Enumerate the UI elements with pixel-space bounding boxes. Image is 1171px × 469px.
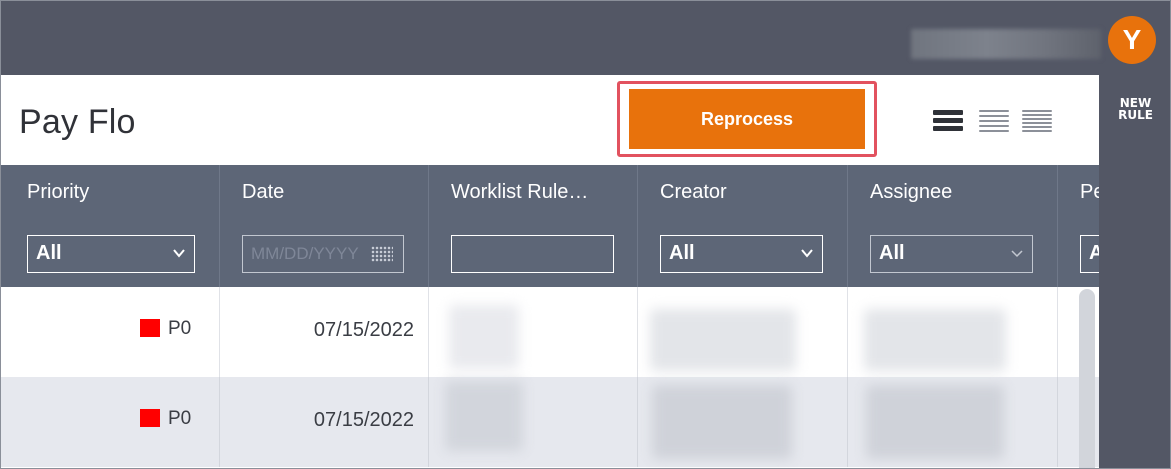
date-placeholder: MM/DD/YYYY — [251, 244, 359, 263]
user-name-redacted — [911, 29, 1101, 59]
user-avatar[interactable]: Y — [1108, 16, 1156, 64]
column-label: Priority — [27, 181, 90, 203]
redacted-content — [650, 309, 796, 371]
date-cell: 07/15/2022 — [220, 287, 429, 377]
density-comfortable-icon[interactable] — [1022, 110, 1052, 134]
priority-value: P0 — [168, 318, 192, 339]
app-frame: Y NEW RULE Pay Flo Reprocess Priority Al… — [0, 0, 1171, 469]
page-title: Pay Flo — [19, 103, 136, 141]
page-header: Pay Flo Reprocess — [1, 75, 1099, 165]
grid-header: Priority All Date MM/DD/YYYY Worklist Ru… — [1, 165, 1099, 287]
worklist-rule-cell — [429, 377, 638, 467]
filter-value: All — [36, 242, 62, 264]
vertical-scrollbar[interactable] — [1079, 289, 1095, 468]
new-rule-button[interactable]: NEW RULE — [1099, 97, 1170, 122]
chevron-down-icon — [173, 249, 185, 258]
new-rule-label-line2: RULE — [1118, 108, 1153, 122]
priority-filter-select[interactable]: All — [27, 235, 195, 273]
column-label: Assignee — [870, 181, 953, 203]
reprocess-button[interactable]: Reprocess — [629, 89, 865, 149]
creator-cell — [638, 287, 848, 377]
date-filter-input[interactable]: MM/DD/YYYY — [242, 235, 404, 273]
priority-cell: P0 — [1, 287, 220, 377]
truncated-filter-select[interactable]: A — [1080, 235, 1099, 273]
density-compact-icon[interactable] — [933, 110, 963, 134]
creator-filter-select[interactable]: All — [660, 235, 823, 273]
date-value: 07/15/2022 — [313, 319, 414, 341]
table-row[interactable]: P0 07/15/2022 — [1, 377, 1099, 467]
calendar-icon[interactable] — [371, 246, 393, 262]
top-bar: Y — [1, 1, 1170, 75]
column-header-assignee[interactable]: Assignee All — [848, 165, 1058, 287]
date-cell: 07/15/2022 — [220, 377, 429, 467]
column-label: Pe — [1080, 181, 1099, 203]
redacted-content — [652, 385, 792, 459]
column-header-creator[interactable]: Creator All — [638, 165, 848, 287]
priority-indicator — [140, 409, 160, 427]
column-header-date[interactable]: Date MM/DD/YYYY — [220, 165, 429, 287]
priority-value: P0 — [168, 408, 192, 429]
redacted-content — [449, 305, 519, 369]
column-label: Date — [242, 181, 285, 203]
density-normal-icon[interactable] — [979, 110, 1009, 134]
column-label: Worklist Rule… — [451, 181, 589, 203]
priority-cell: P0 — [1, 377, 220, 467]
column-label: Creator — [660, 181, 727, 203]
chevron-down-icon — [1011, 250, 1023, 258]
date-value: 07/15/2022 — [313, 409, 414, 431]
column-header-worklist-rule[interactable]: Worklist Rule… — [429, 165, 638, 287]
worklist-rule-filter-input[interactable] — [451, 235, 614, 273]
right-rail: NEW RULE — [1099, 75, 1170, 468]
column-header-priority[interactable]: Priority All — [1, 165, 220, 287]
assignee-filter-select[interactable]: All — [870, 235, 1033, 273]
redacted-content — [864, 309, 1006, 371]
redacted-content — [445, 381, 523, 451]
filter-value: All — [879, 242, 905, 264]
filter-value: All — [669, 242, 695, 264]
filter-value: A — [1089, 242, 1099, 265]
column-header-truncated[interactable]: Pe A — [1058, 165, 1099, 287]
priority-indicator — [140, 319, 160, 337]
table-row[interactable]: P0 07/15/2022 — [1, 287, 1099, 377]
creator-cell — [638, 377, 848, 467]
chevron-down-icon — [801, 249, 813, 258]
worklist-rule-cell — [429, 287, 638, 377]
assignee-cell — [848, 287, 1058, 377]
assignee-cell — [848, 377, 1058, 467]
redacted-content — [866, 385, 1004, 459]
